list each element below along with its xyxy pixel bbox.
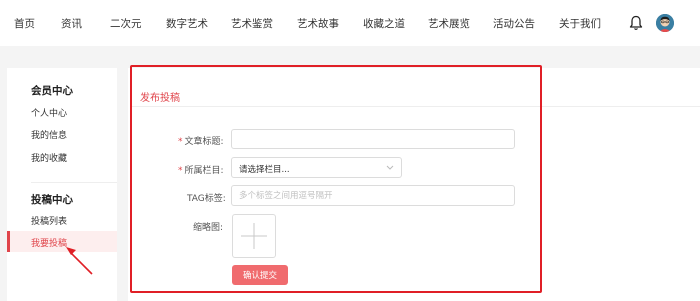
top-nav: 首页 资讯 二次元 数字艺术 艺术鉴赏 艺术故事 收藏之道 艺术展览 活动公告 …: [0, 0, 700, 46]
sidebar-heading-member: 会员中心: [31, 85, 73, 97]
sidebar-item-my-favorites[interactable]: 我的收藏: [31, 151, 67, 164]
annotation-arrow-icon: [66, 247, 93, 275]
bell-icon[interactable]: [629, 15, 643, 31]
nav-item-appreciation[interactable]: 艺术鉴赏: [231, 16, 273, 31]
sidebar-divider: [31, 182, 117, 183]
nav-item-home[interactable]: 首页: [14, 16, 35, 31]
nav-item-exhibitions[interactable]: 艺术展览: [428, 16, 470, 31]
sidebar-item-personal-center[interactable]: 个人中心: [31, 106, 67, 119]
nav-item-collecting[interactable]: 收藏之道: [363, 16, 405, 31]
nav-item-about[interactable]: 关于我们: [559, 16, 601, 31]
nav-item-acg[interactable]: 二次元: [110, 16, 142, 31]
annotation-highlight-box: [130, 65, 542, 293]
sidebar-item-my-info[interactable]: 我的信息: [31, 128, 67, 141]
nav-item-digital-art[interactable]: 数字艺术: [166, 16, 208, 31]
nav-item-stories[interactable]: 艺术故事: [297, 16, 339, 31]
sidebar-item-submission-list[interactable]: 投稿列表: [31, 214, 67, 227]
nav-item-announcements[interactable]: 活动公告: [493, 16, 535, 31]
nav-item-news[interactable]: 资讯: [61, 16, 82, 31]
avatar[interactable]: [656, 14, 674, 32]
user-avatar-icon: [656, 14, 674, 32]
sidebar-heading-submission: 投稿中心: [31, 194, 73, 206]
